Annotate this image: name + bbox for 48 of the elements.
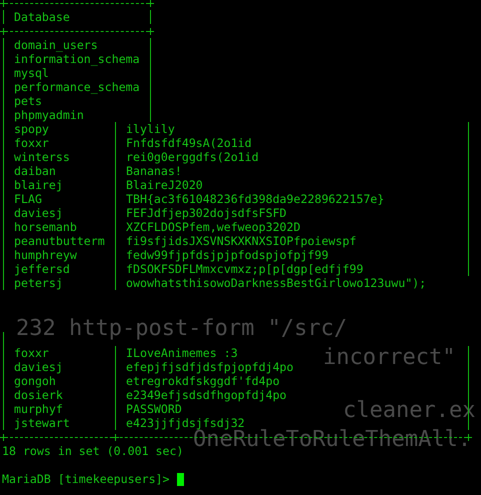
username-cell-text: daviesj — [13, 360, 64, 374]
database-name: pets — [13, 94, 43, 108]
database-name: information_schema — [13, 52, 141, 66]
username-cell-text: humphreyw — [13, 248, 78, 262]
username-cell-text: gongoh — [13, 374, 57, 388]
username-cell-text: petersj — [13, 276, 64, 290]
username-cell-text: dosierk — [13, 388, 64, 402]
password-cell: fi9sfjidsJXSVNSKXKNXSIOPfpoiewspf — [126, 234, 356, 248]
column-header: Database — [13, 10, 71, 24]
username-cell-text: jeffersd — [13, 262, 71, 276]
username-cell-text: foxxr — [13, 136, 50, 150]
password-cell: BlaireJ2020 — [126, 178, 203, 192]
password-cell: e423jjfjdsjfsdj32 — [126, 416, 245, 430]
username-cell-text: peanutbutterm — [13, 234, 106, 248]
password-cell: TBH{ac3f61048236fd398da9e2289622157e} — [126, 192, 384, 206]
command-prompt: MariaDB [timekeepusers]> — [2, 472, 170, 486]
text-cursor — [176, 472, 184, 486]
password-cell: rei0g0erggdfs(2o1id — [126, 150, 259, 164]
password-cell: Bananas! — [126, 164, 182, 178]
username-cell-text: foxxr — [13, 346, 50, 360]
password-cell: Fnfdsfdf49sA(2o1id — [126, 136, 252, 150]
database-name: mysql — [13, 66, 50, 80]
username-cell-text: murphyf — [13, 402, 64, 416]
password-cell: FEFJdfjep302dojsdfsFSFD — [126, 206, 287, 220]
password-cell: owowhatsthisowoDarknessBestGirlowo123uwu"); — [126, 276, 426, 290]
password-cell: etregrokdfskggdf'fd4po — [126, 374, 280, 388]
background-text: 232 http-post-form "/src/ — [16, 317, 348, 341]
username-cell-text: spopy — [13, 122, 50, 136]
password-cell: XZCFLDOSPfem,wefweop3202D — [126, 220, 301, 234]
database-name: domain_users — [13, 38, 99, 52]
username-cell-text: winterss — [13, 150, 71, 164]
database-name: phpmyadmin — [13, 108, 85, 122]
password-cell: ilylily — [126, 122, 175, 136]
username-cell-text: blairej — [13, 178, 64, 192]
password-cell: e2349efjsdsdfhgopfdj4po — [126, 388, 287, 402]
username-cell-text: FLAG — [13, 192, 43, 206]
password-cell: ILoveAnimemes :3 — [126, 346, 238, 360]
password-cell: efepjfjsdfjdsfpjopfdj4po — [126, 360, 294, 374]
password-cell: fedw99fjpfdsjpjpfodspjofpjf99 — [126, 248, 328, 262]
username-cell-text: jstewart — [13, 416, 71, 430]
background-text: incorrect" — [323, 346, 456, 370]
username-cell-text: daiban — [13, 164, 57, 178]
result-summary: 18 rows in set (0.001 sec) — [1, 444, 184, 458]
database-name: performance_schema — [13, 80, 141, 94]
username-cell-text: horsemanb — [13, 220, 78, 234]
username-cell-text: daviesj — [13, 206, 64, 220]
password-cell: PASSWORD — [126, 402, 182, 416]
password-cell: fDSOKFSDFLMmxcvmxz;p[p[dgp[edfjf99 — [126, 262, 364, 276]
